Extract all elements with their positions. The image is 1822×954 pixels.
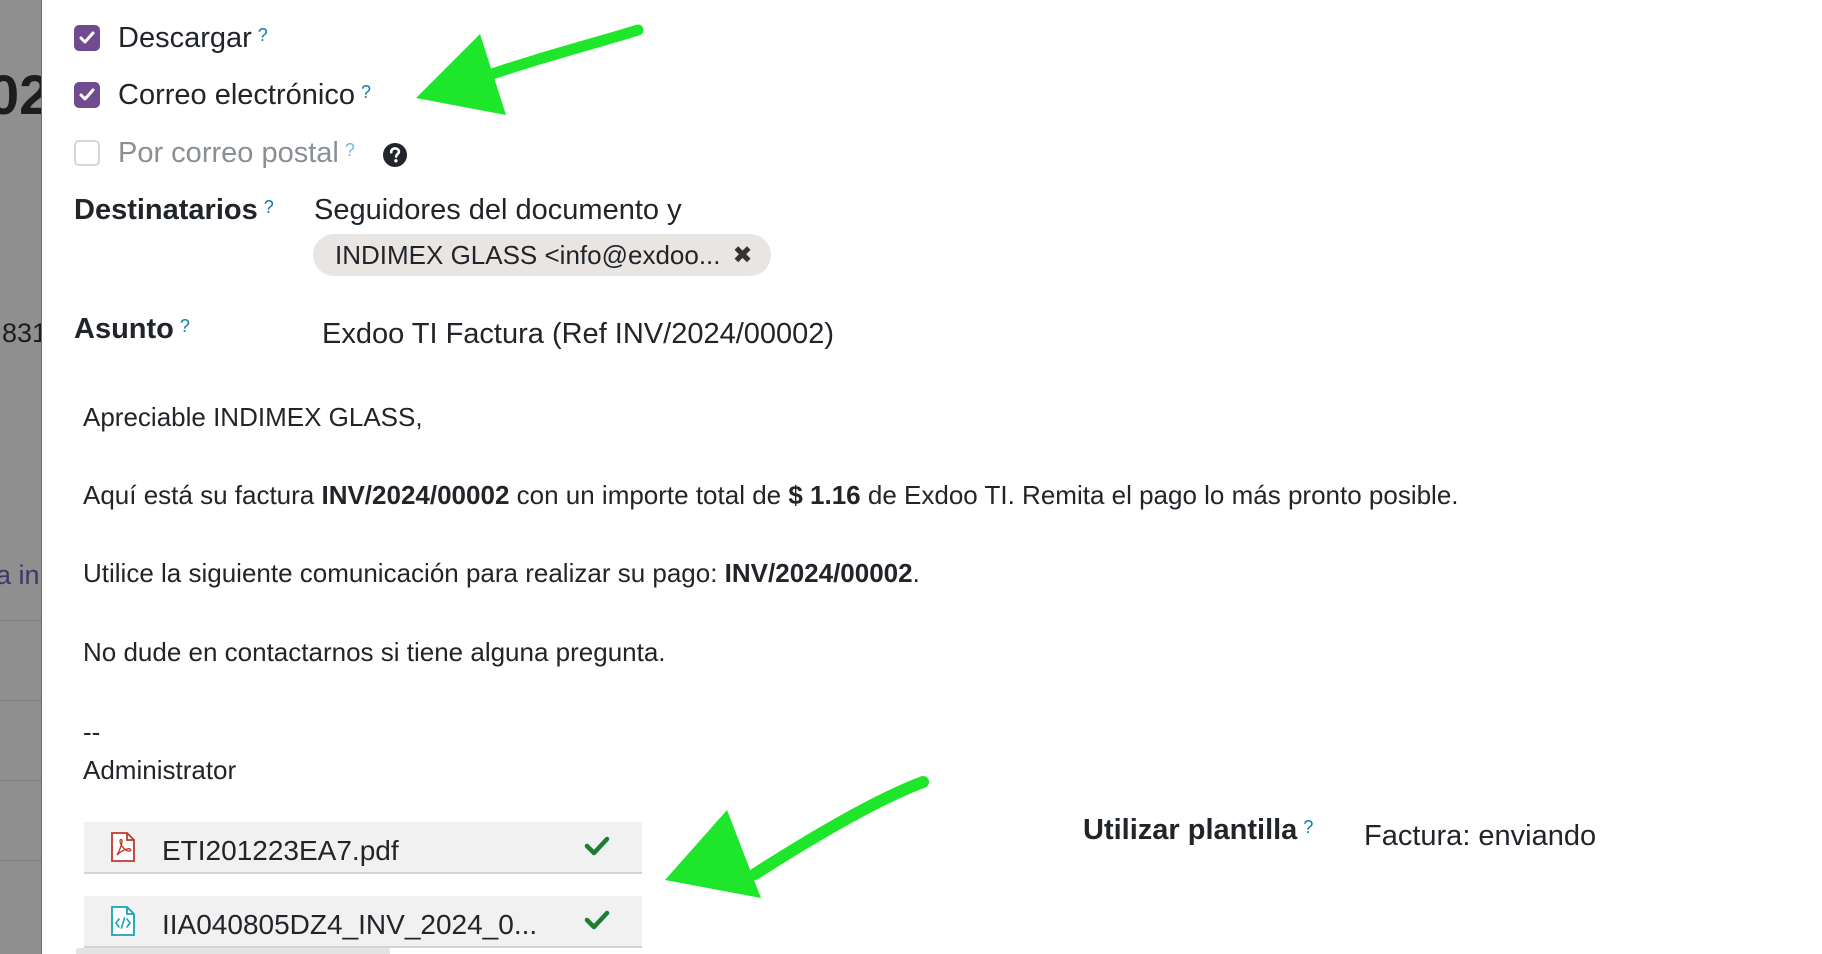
- invoice-number: INV/2024/00002: [321, 480, 510, 510]
- attachment-item-partial: [76, 948, 390, 954]
- subject-label-row: Asunto?: [74, 313, 190, 346]
- email-help-icon[interactable]: ?: [361, 82, 371, 102]
- attachment-item[interactable]: ETI201223EA7.pdf: [84, 822, 642, 874]
- body-paragraph-2: Utilice la siguiente comunicación para r…: [83, 558, 920, 588]
- post-option[interactable]: Por correo postal?: [118, 137, 355, 170]
- attachment-name: ETI201223EA7.pdf: [162, 835, 399, 866]
- background-divider: [0, 620, 41, 621]
- remove-tag-icon[interactable]: ✖: [733, 241, 753, 270]
- attachment-item[interactable]: IIA040805DZ4_INV_2024_0...: [84, 896, 642, 948]
- check-icon: [79, 31, 95, 44]
- subject-help-icon[interactable]: ?: [180, 316, 190, 336]
- email-label: Correo electrónico: [118, 79, 355, 111]
- annotation-arrow-icon: [416, 24, 644, 115]
- subject-input[interactable]: Exdoo TI Factura (Ref INV/2024/00002): [322, 318, 834, 351]
- body-paragraph-3: No dude en contactarnos si tiene alguna …: [83, 637, 666, 667]
- question-circle-icon[interactable]: [382, 142, 408, 168]
- template-label: Utilizar plantilla: [1083, 814, 1298, 846]
- pdf-file-icon: [111, 832, 135, 862]
- invoice-amount: $ 1.16: [788, 480, 861, 510]
- template-select[interactable]: Factura: enviando: [1364, 820, 1596, 853]
- template-label-row: Utilizar plantilla?: [1083, 814, 1313, 847]
- body-paragraph-1: Aquí está su factura INV/2024/00002 con …: [83, 480, 1459, 510]
- signature-separator: --: [83, 717, 101, 747]
- recipients-label-row: Destinatarios?: [74, 194, 274, 227]
- background-divider: [0, 860, 41, 861]
- xml-file-icon: [111, 906, 135, 936]
- background-text-fragment: 02: [0, 63, 41, 126]
- check-icon: [79, 88, 95, 101]
- background-divider: [0, 700, 41, 701]
- annotation-arrow-icon: [665, 776, 929, 898]
- background-text-fragment: 831: [2, 318, 41, 348]
- background-page: 02 831 a in: [0, 0, 41, 954]
- background-divider: [0, 780, 41, 781]
- recipient-tag[interactable]: INDIMEX GLASS <info@exdoo... ✖: [313, 234, 771, 276]
- payment-reference: INV/2024/00002: [724, 558, 913, 588]
- download-label: Descargar: [118, 22, 252, 54]
- background-text-fragment: a in: [0, 560, 40, 590]
- check-icon: [584, 836, 610, 856]
- signature: Administrator: [83, 755, 237, 785]
- download-help-icon[interactable]: ?: [258, 25, 268, 45]
- post-help-icon[interactable]: ?: [345, 140, 355, 160]
- recipients-followers-text: Seguidores del documento y: [314, 194, 682, 226]
- download-checkbox[interactable]: [74, 25, 100, 51]
- recipients-help-icon[interactable]: ?: [264, 197, 274, 217]
- dialog-edge: [41, 0, 42, 954]
- download-option[interactable]: Descargar?: [118, 22, 268, 55]
- email-option[interactable]: Correo electrónico?: [118, 79, 371, 112]
- post-label: Por correo postal: [118, 137, 339, 169]
- recipient-tag-label: INDIMEX GLASS <info@exdoo...: [335, 239, 721, 270]
- subject-label: Asunto: [74, 313, 174, 345]
- recipients-label: Destinatarios: [74, 194, 258, 226]
- attachment-name: IIA040805DZ4_INV_2024_0...: [162, 909, 538, 940]
- template-help-icon[interactable]: ?: [1303, 817, 1313, 837]
- check-icon: [584, 910, 610, 930]
- post-checkbox[interactable]: [74, 140, 100, 166]
- email-checkbox[interactable]: [74, 82, 100, 108]
- body-greeting: Apreciable INDIMEX GLASS,: [83, 402, 423, 432]
